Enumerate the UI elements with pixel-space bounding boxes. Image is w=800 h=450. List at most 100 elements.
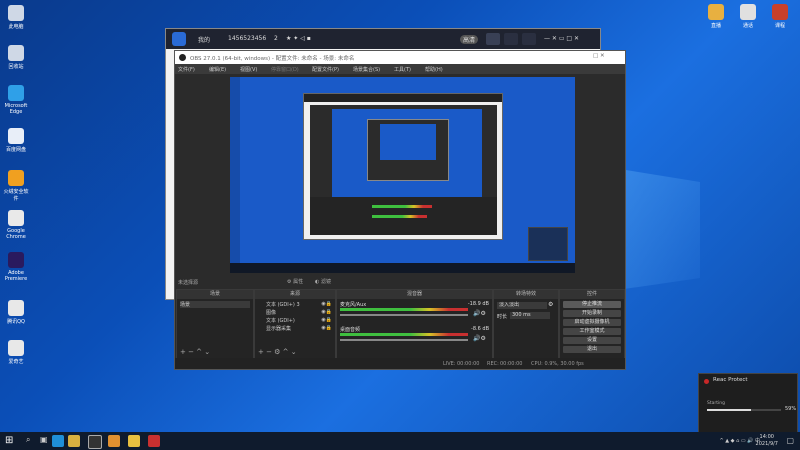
mixer-track-1-name: 麦克风/Aux <box>340 302 367 308</box>
notification-icon[interactable]: ▢ <box>786 436 794 445</box>
nested-meter-1 <box>372 205 432 208</box>
source-item[interactable]: 文本 (GDI+) 3 ◉🔒 <box>258 301 332 308</box>
clock[interactable]: 14:00 2021/9/7 <box>756 434 778 448</box>
obs-window: OBS 27.0.1 (64-bit, windows) - 配置文件: 未命名… <box>174 50 626 370</box>
desktop-app-icon <box>8 210 24 226</box>
desktop-icon[interactable]: 通话 <box>734 4 762 29</box>
menu-item[interactable]: 编辑(E) <box>209 66 226 73</box>
desktop-icon[interactable]: 回收站 <box>2 45 30 70</box>
control-button[interactable]: 启动虚拟摄像机 <box>563 319 621 326</box>
menu-item[interactable]: 停靠窗口(D) <box>271 66 299 73</box>
desktop-icon[interactable]: 百度网盘 <box>2 128 30 153</box>
window-controls[interactable]: — ✕ ▭ □ ✕ <box>544 35 579 42</box>
desktop-icon-label: 火绒安全软件 <box>3 189 29 202</box>
properties-button[interactable]: ⚙ 属性 <box>287 278 303 285</box>
control-button[interactable]: 停止推流 <box>563 301 621 308</box>
menu-item[interactable]: 工具(T) <box>394 66 411 73</box>
transition-select[interactable]: 淡入淡出 <box>497 302 547 309</box>
obs-title-text: OBS 27.0.1 (64-bit, windows) - 配置文件: 未命名… <box>190 56 355 62</box>
search-icon[interactable]: ⌕ <box>26 435 30 445</box>
mixer-track-1-meter <box>340 308 468 311</box>
app-taskbar-icon-2[interactable] <box>128 435 140 447</box>
sources-panel: 来源 + − ⚙ ^ ⌄ 文本 (GDI+) 3 ◉🔒 图像 ◉🔒 文本 (GDI+) ◉… <box>254 289 336 359</box>
explorer-taskbar-icon[interactable] <box>68 435 80 447</box>
scenes-title: 场景 <box>177 290 253 299</box>
desktop-icon[interactable]: 爱奇艺 <box>2 340 30 365</box>
filters-label: 滤镜 <box>320 279 331 285</box>
control-button[interactable]: 退出 <box>563 346 621 353</box>
keyboard-icon[interactable] <box>504 33 518 45</box>
visibility-lock-icon[interactable]: ◉🔒 <box>321 309 332 315</box>
controls-panel: 控件 停止推流开始录制启动虚拟摄像机 工作室模式设置退出 <box>559 289 625 359</box>
window-minmax-close[interactable]: □ ✕ <box>593 53 605 59</box>
system-tray-icons[interactable]: ^ ▲ ◆ ⌂ ▭ 🔊 中 <box>719 437 760 445</box>
edge-taskbar-icon[interactable] <box>52 435 64 447</box>
source-toolbar-icons[interactable]: + − ⚙ ^ ⌄ <box>258 348 297 356</box>
alert-icon <box>704 379 709 384</box>
desktop-app-icon <box>772 4 788 20</box>
menu-item[interactable]: 文件(F) <box>178 66 195 73</box>
visibility-lock-icon[interactable]: ◉🔒 <box>321 301 332 307</box>
source-toolbar: 未选择源 ⚙ 属性 ◐ 滤镜 <box>175 277 625 286</box>
desktop-icon[interactable]: Google Chrome <box>2 210 30 240</box>
app-taskbar-icon-3[interactable] <box>148 435 160 447</box>
menu-item[interactable]: 配置文件(P) <box>312 66 339 73</box>
desktop-icon[interactable]: 直播 <box>702 4 730 29</box>
desktop-app-icon <box>8 252 24 268</box>
star-icon[interactable]: ★ ✦ ◁ ▪ <box>286 35 311 42</box>
mixer-track-1-speaker-icon[interactable]: 🔊⚙ <box>473 310 486 317</box>
source-item-label: 文本 (GDI+) <box>266 318 295 324</box>
desktop-icon[interactable]: 课程 <box>766 4 794 29</box>
desktop-app-icon <box>740 4 756 20</box>
mixer-track-2-speaker-icon[interactable]: 🔊⚙ <box>473 335 486 342</box>
task-view-icon[interactable]: ▣ <box>40 435 48 444</box>
desktop-icon[interactable]: 此电脑 <box>2 5 30 30</box>
windows-start-icon[interactable]: ⊞ <box>5 435 13 446</box>
desktop-icon[interactable]: Microsoft Edge <box>2 85 30 115</box>
desktop-icon-label: Microsoft Edge <box>4 103 28 115</box>
protect-toast[interactable]: Reac Protect Starting 59% <box>698 373 798 433</box>
obs-titlebar: OBS 27.0.1 (64-bit, windows) - 配置文件: 未命名… <box>175 51 625 64</box>
filters-button[interactable]: ◐ 滤镜 <box>315 278 331 285</box>
visibility-lock-icon[interactable]: ◉🔒 <box>321 317 332 323</box>
toast-status: Starting <box>707 401 725 406</box>
desktop-icon[interactable]: Adobe Premiere <box>2 252 30 282</box>
desktop-icon[interactable]: 腾讯QQ <box>2 300 30 325</box>
desktop-icon-label: 回收站 <box>8 64 24 70</box>
control-button[interactable]: 设置 <box>563 337 621 344</box>
desktop-icon[interactable]: 火绒安全软件 <box>2 170 30 202</box>
home-icon[interactable] <box>172 32 186 46</box>
properties-label: 属性 <box>293 279 304 285</box>
home-button-icon[interactable] <box>486 33 500 45</box>
device-id: 1456523456 <box>228 35 267 42</box>
app-taskbar-icon-1[interactable] <box>108 435 120 447</box>
desktop-app-icon <box>8 5 24 21</box>
menu-item[interactable]: 视图(V) <box>240 66 257 73</box>
nested-preview-deep <box>380 124 436 160</box>
scene-add-remove-icons[interactable]: + − ^ ⌄ <box>180 348 210 356</box>
source-item[interactable]: 显示器采集 ◉🔒 <box>258 325 332 332</box>
duration-input[interactable]: 300 ms <box>510 312 550 319</box>
transition-gear-icon[interactable]: ⚙ <box>548 301 553 308</box>
menu-item[interactable]: 帮助(H) <box>425 66 443 73</box>
remote-toolbar: 我的 1456523456 2 ★ ✦ ◁ ▪ 高清 — ✕ ▭ □ ✕ <box>166 29 600 49</box>
controls-title: 控件 <box>560 290 624 299</box>
desktop-icon-label: Google Chrome <box>6 228 26 240</box>
obs-preview[interactable] <box>230 77 575 273</box>
desktop-icon-label: 爱奇艺 <box>8 359 24 365</box>
mixer-track-2-slider[interactable] <box>340 339 468 341</box>
menu-item[interactable]: 场景集合(S) <box>353 66 380 73</box>
rec-time: 00:00:00 <box>500 361 523 367</box>
visibility-lock-icon[interactable]: ◉🔒 <box>321 325 332 331</box>
quality-badge[interactable]: 高清 <box>460 35 479 44</box>
obs-taskbar-icon[interactable] <box>88 435 102 449</box>
scene-item[interactable]: 场景 <box>180 301 250 308</box>
control-button[interactable]: 开始录制 <box>563 310 621 317</box>
source-item[interactable]: 文本 (GDI+) ◉🔒 <box>258 317 332 324</box>
preview-corner-toast <box>528 227 568 261</box>
control-button[interactable]: 工作室模式 <box>563 328 621 335</box>
source-item[interactable]: 图像 ◉🔒 <box>258 309 332 316</box>
gamepad-icon[interactable] <box>522 33 536 45</box>
obs-statusbar: LIVE: 00:00:00 REC: 00:00:00 CPU: 0.9%, … <box>175 358 625 369</box>
mixer-track-1-slider[interactable] <box>340 314 468 316</box>
